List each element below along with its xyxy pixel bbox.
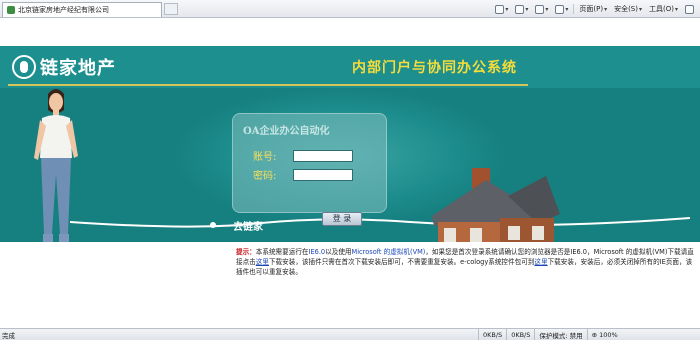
site-favicon-icon <box>7 6 15 14</box>
mail-icon <box>535 4 545 14</box>
browser-tab[interactable]: 北京链家房地产经纪有限公司 <box>2 2 162 17</box>
woman-figure-image <box>34 89 78 242</box>
page-menu[interactable]: 页面(P) ▾ <box>577 4 609 14</box>
new-tab-button[interactable] <box>164 3 178 15</box>
notice-prefix: 提示： <box>236 248 256 256</box>
logo-icon <box>12 55 36 79</box>
download-speed: 0KB/S <box>478 328 506 340</box>
login-button[interactable]: 登 录 <box>322 212 362 226</box>
password-row: 密码: <box>253 167 353 182</box>
toolbar-separator <box>573 4 575 14</box>
login-panel: OA企业办公自动化 账号: 密码: <box>232 113 387 213</box>
plugin-download-link[interactable]: 这里 <box>534 258 547 266</box>
help-icon <box>685 4 694 14</box>
feeds-button[interactable]: ▾ <box>513 4 530 14</box>
system-notice: 提示：本系统需要运行在IE6.0以及使用Microsoft 的虚拟机(VM)，如… <box>236 248 694 276</box>
help-button[interactable] <box>683 4 696 14</box>
home-icon <box>495 4 505 14</box>
password-input[interactable] <box>293 168 353 181</box>
rss-icon <box>515 4 525 14</box>
vm-download-link[interactable]: 这里 <box>256 258 269 266</box>
print-button[interactable]: ▾ <box>553 4 570 14</box>
house-image <box>432 168 560 242</box>
header-divider <box>8 84 528 86</box>
command-bar: ▾ ▾ ▾ ▾ 页面(P) ▾ 安全(S) ▾ 工具(O) ▾ <box>493 2 696 16</box>
home-button[interactable]: ▾ <box>493 4 510 14</box>
status-text: 完成 <box>2 331 15 340</box>
company-logo: 链家地产 <box>12 54 116 80</box>
account-label: 账号: <box>253 152 277 163</box>
password-label: 密码: <box>253 171 277 182</box>
account-row: 账号: <box>253 148 353 163</box>
logo-text: 链家地产 <box>40 58 116 79</box>
mail-button[interactable]: ▾ <box>533 4 550 14</box>
browser-toolbar: 北京链家房地产经纪有限公司 ▾ ▾ ▾ ▾ 页面(P) ▾ 安全(S) ▾ 工具(O… <box>0 0 700 18</box>
tools-menu[interactable]: 工具(O) ▾ <box>647 4 680 14</box>
zoom-icon: ⊕ <box>591 330 598 339</box>
panel-title: OA企业办公自动化 <box>243 126 330 137</box>
protected-mode: 保护模式: 禁用 <box>534 328 586 340</box>
zoom-control[interactable]: ⊕ 100% <box>586 328 622 340</box>
safety-menu[interactable]: 安全(S) ▾ <box>612 4 644 14</box>
print-icon <box>555 4 565 14</box>
upload-speed: 0KB/S <box>506 328 534 340</box>
status-bar: 完成 0KB/S 0KB/S 保护模式: 禁用 ⊕ 100% <box>0 328 700 340</box>
tagline-text: 去链家 <box>233 222 263 233</box>
tab-title: 北京链家房地产经纪有限公司 <box>18 6 109 14</box>
system-title: 内部门户与协同办公系统 <box>352 60 517 76</box>
account-input[interactable] <box>293 149 353 162</box>
